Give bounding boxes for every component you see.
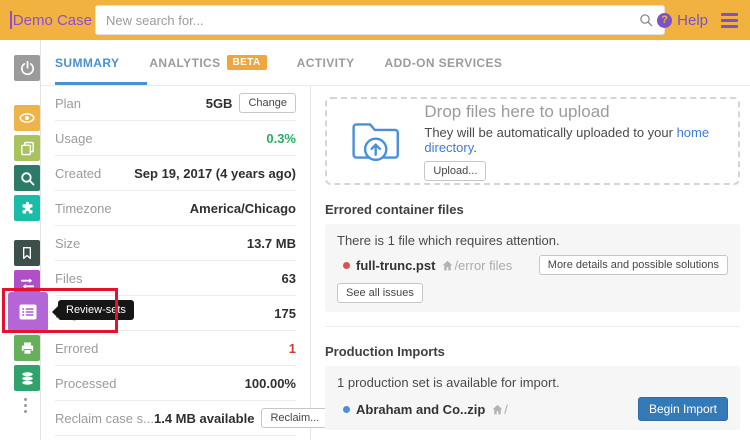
- stat-row-created: Created Sep 19, 2017 (4 years ago): [55, 156, 296, 191]
- question-icon: ?: [657, 13, 672, 28]
- upload-dropzone[interactable]: Drop files here to upload They will be a…: [325, 97, 740, 185]
- stat-row-reclaim: Reclaim case s... 1.4 MB available Recla…: [55, 401, 296, 436]
- tab-analytics[interactable]: ANALYTICSBETA: [149, 40, 266, 85]
- begin-import-button[interactable]: Begin Import: [638, 397, 728, 421]
- production-message: 1 production set is available for import…: [337, 375, 728, 390]
- text-caret: [10, 11, 12, 29]
- errored-message: There is 1 file which requires attention…: [337, 233, 728, 248]
- stat-row-size: Size 13.7 MB: [55, 226, 296, 261]
- search-icon[interactable]: [638, 12, 654, 28]
- tab-summary[interactable]: SUMMARY: [55, 40, 119, 85]
- home-icon: [441, 259, 454, 272]
- beta-badge: BETA: [227, 55, 267, 70]
- tab-activity[interactable]: ACTIVITY: [297, 40, 355, 85]
- upload-folder-icon: [349, 116, 402, 166]
- main-area: Review-sets SUMMARY ANALYTICSBETA ACTIVI…: [0, 40, 750, 440]
- database-icon[interactable]: [14, 365, 40, 391]
- stat-row-usage: Usage 0.3%: [55, 121, 296, 156]
- errored-panel: There is 1 file which requires attention…: [325, 224, 740, 312]
- help-button[interactable]: ? Help: [657, 12, 708, 29]
- production-file-row: Abraham and Co..zip / Begin Import: [337, 397, 728, 421]
- case-title[interactable]: Demo Case: [13, 12, 92, 29]
- topbar: Demo Case ? Help: [0, 0, 750, 40]
- home-icon: [491, 403, 504, 416]
- printer-icon[interactable]: [14, 335, 40, 361]
- tabbar: SUMMARY ANALYTICSBETA ACTIVITY ADD-ON SE…: [41, 40, 750, 86]
- production-file-name: Abraham and Co..zip: [356, 402, 485, 417]
- errored-file-row: full-trunc.pst /error files More details…: [337, 255, 728, 275]
- error-bullet: [343, 262, 350, 269]
- content: SUMMARY ANALYTICSBETA ACTIVITY ADD-ON SE…: [41, 40, 750, 440]
- search-nav-icon[interactable]: [14, 165, 40, 191]
- see-all-issues-button[interactable]: See all issues: [337, 283, 423, 303]
- production-panel: 1 production set is available for import…: [325, 366, 740, 430]
- review-sets-tooltip: Review-sets: [58, 300, 134, 320]
- menu-icon[interactable]: [717, 9, 742, 32]
- eye-icon[interactable]: [14, 105, 40, 131]
- stat-row-plan: Plan 5GB Change: [55, 86, 296, 121]
- sidebar: [0, 40, 41, 440]
- more-details-button[interactable]: More details and possible solutions: [539, 255, 728, 275]
- change-plan-button[interactable]: Change: [239, 93, 296, 113]
- right-column: Drop files here to upload They will be a…: [311, 86, 750, 440]
- dropzone-subtitle: They will be automatically uploaded to y…: [424, 125, 738, 155]
- bookmark-icon[interactable]: [14, 240, 40, 266]
- power-icon[interactable]: [14, 55, 40, 81]
- import-bullet: [343, 406, 350, 413]
- section-divider: [325, 326, 740, 327]
- stat-row-errored: Errored 1: [55, 331, 296, 366]
- help-label: Help: [677, 12, 708, 29]
- copy-icon[interactable]: [14, 135, 40, 161]
- case-title-wrap[interactable]: Demo Case: [10, 11, 92, 29]
- puzzle-icon[interactable]: [14, 195, 40, 221]
- tab-addon-services[interactable]: ADD-ON SERVICES: [385, 40, 503, 85]
- stat-row-files: Files 63: [55, 261, 296, 296]
- search-input[interactable]: [96, 13, 638, 28]
- case-stats-panel: Plan 5GB Change Usage 0.3% Created Sep 1…: [41, 86, 311, 440]
- global-search: [95, 5, 665, 35]
- stat-row-timezone: Timezone America/Chicago: [55, 191, 296, 226]
- errored-heading: Errored container files: [325, 202, 740, 217]
- upload-button[interactable]: Upload...: [424, 161, 486, 181]
- more-ellipsis-icon[interactable]: [24, 398, 27, 413]
- errored-file-name: full-trunc.pst: [356, 258, 435, 273]
- production-heading: Production Imports: [325, 344, 740, 359]
- review-sets-icon[interactable]: [8, 292, 48, 332]
- stat-row-processed: Processed 100.00%: [55, 366, 296, 401]
- dropzone-title: Drop files here to upload: [424, 102, 738, 122]
